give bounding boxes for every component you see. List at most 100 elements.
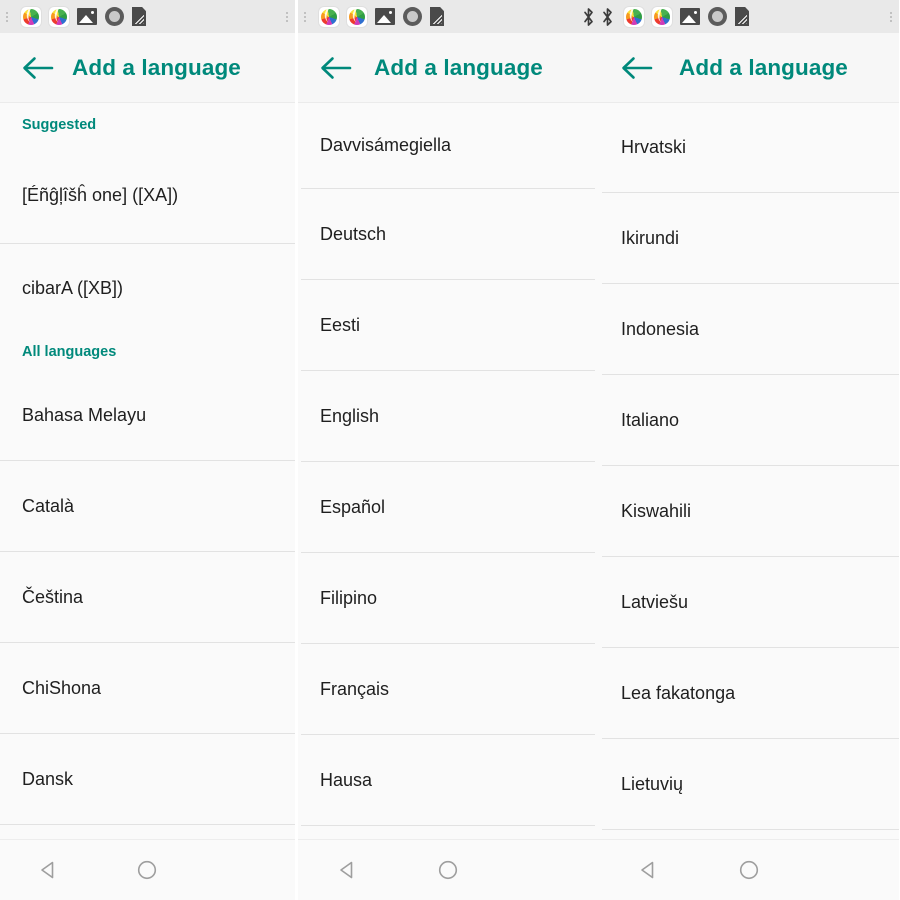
list-item-label: Español — [320, 496, 386, 517]
list-item[interactable]: [Éñĝļîšĥ one] ([XA]) — [0, 148, 295, 244]
status-bar-2 — [298, 0, 599, 33]
list-item-label: Català — [22, 495, 75, 516]
list-item-label: Dansk — [22, 768, 74, 789]
row-divider — [0, 824, 295, 825]
row-divider — [602, 829, 899, 830]
nav-home-button[interactable] — [398, 840, 498, 900]
status-bar-right-2 — [582, 0, 597, 33]
app-icon — [624, 6, 644, 27]
panel-2: Add a language Davvisámegiella Deutsch E… — [298, 0, 599, 900]
status-bar-right-1 — [286, 0, 293, 33]
list-item-label: Eesti — [320, 314, 361, 335]
list-item-label: Filipino — [320, 587, 378, 608]
navigation-bar-1 — [0, 839, 295, 900]
back-triangle-icon — [41, 861, 54, 879]
language-list-3[interactable]: Hrvatski Ikirundi Indonesia Italiano Kis… — [599, 102, 899, 839]
circle-icon — [708, 7, 727, 26]
home-circle-icon — [138, 860, 157, 880]
status-bar-icons-2 — [298, 6, 444, 27]
list-item[interactable]: Filipino — [298, 553, 599, 644]
list-item[interactable]: Čeština — [0, 552, 295, 643]
list-item-label: cibarA ([XB]) — [22, 278, 124, 299]
home-circle-icon — [739, 860, 759, 880]
overflow-dots-icon — [890, 11, 896, 22]
circle-icon — [403, 7, 422, 26]
tag-icon — [132, 7, 146, 26]
list-item[interactable]: Dansk — [0, 734, 295, 825]
list-item[interactable]: Latviešu — [599, 557, 899, 648]
list-item-label: Hrvatski — [621, 136, 687, 157]
tag-icon — [430, 7, 444, 26]
list-item-label: ChiShona — [22, 677, 102, 698]
list-item[interactable]: cibarA ([XB]) — [0, 244, 295, 334]
status-bar-right-3 — [890, 0, 897, 33]
list-item[interactable]: Lea fakatonga — [599, 648, 899, 739]
list-item[interactable]: Deutsch — [298, 189, 599, 280]
app-icon — [652, 6, 672, 27]
list-item[interactable]: Français — [298, 644, 599, 735]
list-item[interactable]: Ikirundi — [599, 193, 899, 284]
list-item[interactable]: English — [298, 371, 599, 462]
list-item-label: Ikirundi — [621, 227, 680, 248]
list-item-label: Italiano — [621, 409, 680, 430]
language-list-2[interactable]: Davvisámegiella Deutsch Eesti English Es… — [298, 102, 599, 839]
list-item[interactable]: Eesti — [298, 280, 599, 371]
app-icon — [347, 6, 367, 27]
app-icon — [319, 6, 339, 27]
list-item-label: Indonesia — [621, 318, 700, 339]
nav-home-button[interactable] — [98, 840, 196, 900]
status-bar-1 — [0, 0, 295, 33]
status-bar-3 — [599, 0, 899, 33]
navigation-bar-3 — [599, 839, 899, 900]
nav-home-button[interactable] — [699, 840, 799, 900]
circle-icon — [105, 7, 124, 26]
tag-icon — [735, 7, 749, 26]
section-header-suggested: Suggested — [22, 117, 97, 133]
toolbar-2: Add a language — [298, 33, 599, 102]
list-item[interactable]: Davvisámegiella — [298, 102, 599, 189]
list-item[interactable]: Lietuvių — [599, 739, 899, 830]
list-item[interactable]: Hausa — [298, 735, 599, 826]
nav-back-button[interactable] — [599, 840, 699, 900]
list-item[interactable]: Kiswahili — [599, 466, 899, 557]
row-divider — [301, 825, 595, 826]
overflow-dots-icon — [6, 11, 12, 22]
list-item[interactable]: Español — [298, 462, 599, 553]
overflow-dots-icon — [304, 11, 310, 22]
list-item[interactable]: Hrvatski — [599, 102, 899, 193]
bluetooth-icon — [601, 7, 614, 27]
app-icon — [21, 6, 41, 27]
list-item-label: Čeština — [22, 586, 84, 607]
photo-icon — [375, 8, 395, 25]
list-item[interactable]: Italiano — [599, 375, 899, 466]
panel-3: Add a language Hrvatski Ikirundi Indones… — [599, 0, 899, 900]
back-button-1[interactable] — [10, 40, 66, 96]
back-arrow-icon — [622, 56, 653, 79]
language-list-1[interactable]: Suggested [Éñĝļîšĥ one] ([XA]) cibarA ([… — [0, 102, 295, 839]
list-item-label: Lietuvių — [621, 773, 684, 794]
app-icon — [49, 6, 69, 27]
list-item-label: Hausa — [320, 769, 373, 790]
list-item[interactable]: Indonesia — [599, 284, 899, 375]
back-button-2[interactable] — [308, 40, 364, 96]
back-button-3[interactable] — [609, 40, 665, 96]
list-item[interactable]: ChiShona — [0, 643, 295, 734]
list-item-label: Kiswahili — [621, 500, 692, 521]
back-arrow-icon — [23, 56, 54, 79]
nav-back-button[interactable] — [298, 840, 398, 900]
list-item[interactable]: Bahasa Melayu — [0, 370, 295, 461]
navigation-bar-2 — [298, 839, 599, 900]
home-circle-icon — [439, 860, 458, 880]
panel-1: Add a language Suggested [Éñĝļîšĥ one] (… — [0, 0, 295, 900]
list-item-label: Bahasa Melayu — [22, 404, 147, 425]
list-item-label: Latviešu — [621, 591, 689, 612]
page-title-3: Add a language — [679, 54, 848, 80]
back-arrow-icon — [321, 56, 352, 79]
status-bar-icons-3 — [599, 6, 749, 27]
list-item[interactable]: Català — [0, 461, 295, 552]
nav-back-button[interactable] — [0, 840, 98, 900]
back-triangle-icon — [641, 861, 654, 879]
